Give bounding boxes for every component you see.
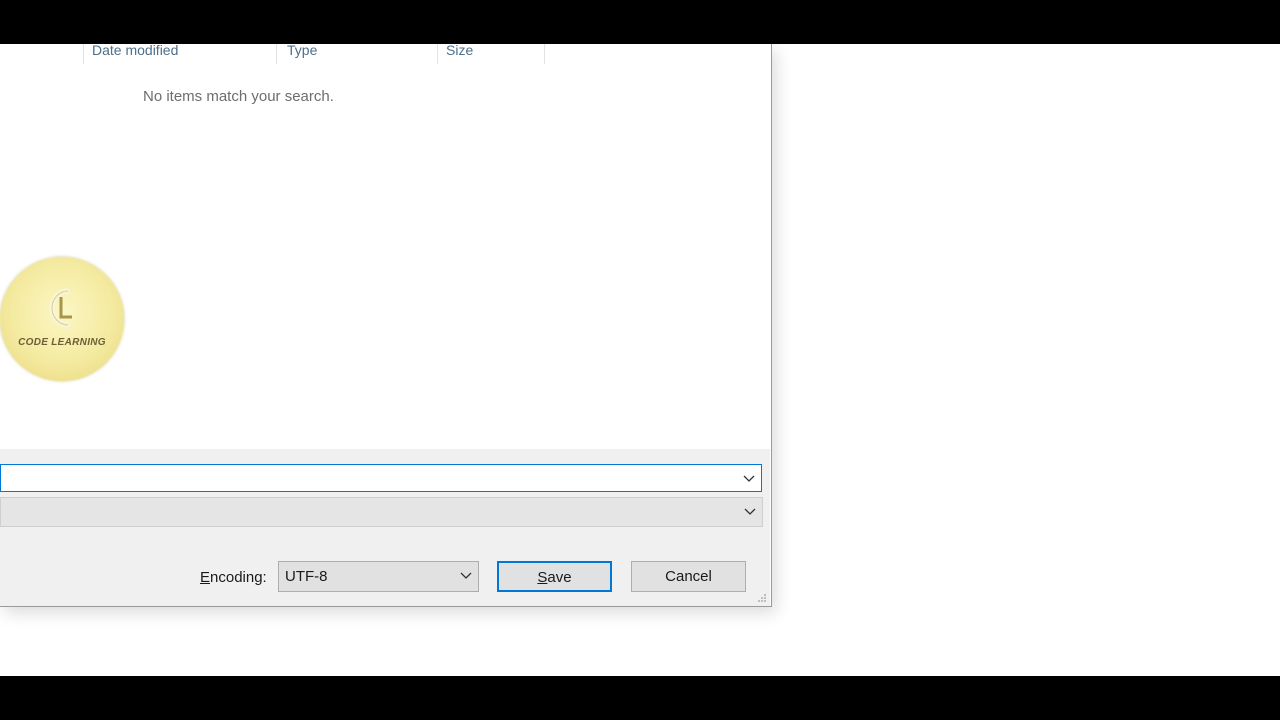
column-header-size[interactable]: Size	[446, 43, 473, 64]
save-as-dialog: Date modified Type Size No items match y…	[0, 43, 772, 607]
dialog-bottom-panel: Encoding: UTF-8 Save Cancel	[0, 449, 770, 606]
encoding-label: Encoding:	[200, 569, 267, 586]
logo-text: CODE LEARNING	[18, 337, 106, 348]
chevron-down-icon[interactable]	[743, 473, 755, 483]
encoding-value: UTF-8	[285, 568, 328, 585]
code-learning-logo: CODE LEARNING	[0, 257, 124, 381]
resize-grip-icon[interactable]	[757, 593, 767, 603]
cancel-button[interactable]: Cancel	[631, 561, 746, 592]
save-as-type-combobox[interactable]	[0, 497, 763, 527]
letterbox-bottom	[0, 676, 1280, 720]
column-header-type[interactable]: Type	[287, 43, 317, 64]
chevron-down-icon[interactable]	[744, 506, 756, 516]
file-name-combobox[interactable]	[0, 464, 762, 492]
file-list-column-headers: Date modified Type Size	[0, 43, 770, 66]
save-access-key: S	[537, 569, 548, 586]
empty-list-message: No items match your search.	[143, 88, 334, 105]
encoding-label-text: ncoding:	[210, 569, 267, 586]
column-separator[interactable]	[83, 44, 84, 64]
column-header-date-modified[interactable]: Date modified	[92, 43, 178, 64]
chevron-down-icon[interactable]	[460, 570, 472, 580]
column-separator[interactable]	[544, 44, 545, 64]
save-button[interactable]: Save	[497, 561, 612, 592]
encoding-access-key: E	[200, 569, 211, 586]
encoding-select[interactable]: UTF-8	[278, 561, 479, 592]
save-button-label: ave	[547, 569, 572, 586]
column-separator[interactable]	[437, 44, 438, 64]
column-separator[interactable]	[276, 44, 277, 64]
letterbox-top	[0, 0, 1280, 44]
logo-cl-mark-icon	[49, 288, 72, 328]
